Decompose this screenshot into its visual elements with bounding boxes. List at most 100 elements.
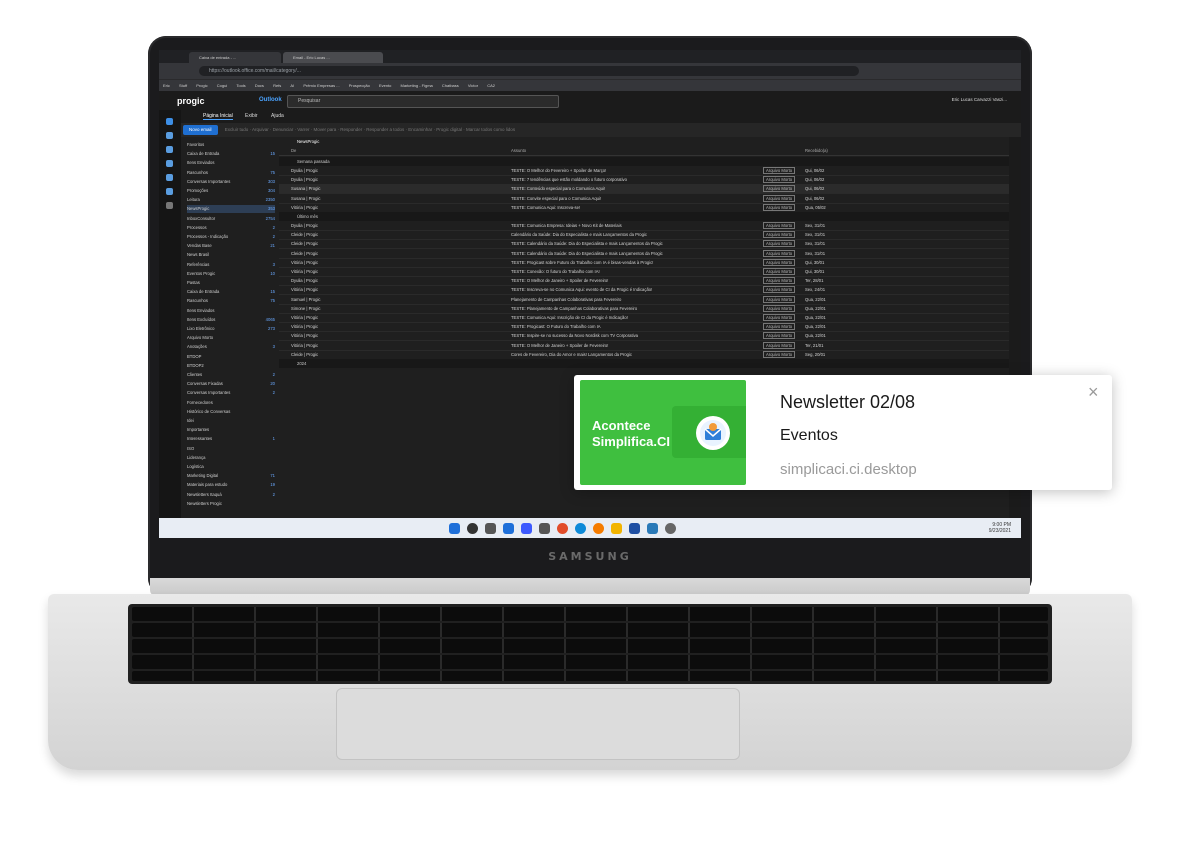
simplifica-icon[interactable]: [647, 523, 658, 534]
folder-item[interactable]: Interessantes 1: [187, 435, 275, 443]
close-icon[interactable]: ×: [1088, 382, 1099, 403]
todo-icon[interactable]: [166, 174, 173, 181]
row-from: Samuel | Progic: [291, 296, 321, 302]
chrome-icon[interactable]: [557, 523, 568, 534]
bookmark[interactable]: Refs: [273, 83, 281, 88]
folder-item[interactable]: Newsletters Itaquá 2: [187, 491, 275, 499]
people-icon[interactable]: [166, 146, 173, 153]
col-from[interactable]: De: [291, 146, 296, 155]
edge-icon[interactable]: [575, 523, 586, 534]
row-from: Cleide | Progic: [291, 351, 319, 357]
folder-item[interactable]: Marketing Digital 71: [187, 472, 275, 480]
bookmark[interactable]: Victor: [468, 83, 478, 88]
bookmark[interactable]: Tools: [236, 83, 245, 88]
folder-item[interactable]: BTDOP2: [187, 362, 275, 370]
folder-item[interactable]: Conversas Importantes 303: [187, 178, 275, 186]
folder-item[interactable]: Clientes 2: [187, 371, 275, 379]
folder-item[interactable]: Itens Enviados: [187, 159, 275, 167]
folder-item[interactable]: Idei: [187, 417, 275, 425]
folder-item[interactable]: Materiais para estudo 19: [187, 481, 275, 489]
task-view-icon[interactable]: [485, 523, 496, 534]
folder-item[interactable]: Caixa de Entrada 15: [187, 150, 275, 158]
folder-item[interactable]: Favoritos: [187, 141, 275, 149]
bookmark[interactable]: Docs: [255, 83, 264, 88]
user-name[interactable]: Eric Lucas Carvazzi Vaszi...: [952, 97, 1007, 102]
folder-item[interactable]: NewsProgic 353: [187, 205, 275, 214]
folder-item[interactable]: Rascunhos 75: [187, 169, 275, 177]
folder-item[interactable]: Referências 3: [187, 261, 275, 269]
bookmark[interactable]: AI: [290, 83, 294, 88]
groups-icon[interactable]: [166, 160, 173, 167]
folder-item[interactable]: Itens Enviados: [187, 307, 275, 315]
bookmark[interactable]: Prêmio Empresas ...: [303, 83, 339, 88]
folder-item[interactable]: Newsletters Progic: [187, 500, 275, 508]
folder-item[interactable]: Leitura 2350: [187, 196, 275, 204]
folder-item[interactable]: Rascunhos 75: [187, 297, 275, 305]
bookmark[interactable]: Evento: [379, 83, 391, 88]
folder-item[interactable]: Arquivo Morto: [187, 334, 275, 342]
browser-tab[interactable]: Caixa de entrada - ...: [189, 52, 281, 63]
search-icon[interactable]: [467, 523, 478, 534]
folder-item[interactable]: Promoções 304: [187, 187, 275, 195]
onedrive-icon[interactable]: [166, 188, 173, 195]
bookmark[interactable]: Chatbass: [442, 83, 459, 88]
search-input[interactable]: Pesquisar: [287, 95, 559, 108]
tab-help[interactable]: Ajuda: [271, 113, 284, 119]
bookmark[interactable]: Cogui: [217, 83, 227, 88]
row-date: Sex, 31/01: [805, 232, 826, 238]
col-received[interactable]: Recebido(a): [805, 146, 828, 155]
toast-notification[interactable]: Acontece Simplifica.CI Newsletter 02/08 …: [574, 375, 1112, 490]
apps-icon[interactable]: [166, 202, 173, 209]
folder-item[interactable]: Conversas Fixadas 20: [187, 380, 275, 388]
list-group-header[interactable]: Último mês: [279, 212, 1009, 221]
url-field[interactable]: https://outlook.office.com/mail/category…: [199, 66, 859, 76]
folder-item[interactable]: News Brasil: [187, 251, 275, 259]
folder-item[interactable]: Histórico de Conversas: [187, 408, 275, 416]
widgets-icon[interactable]: [503, 523, 514, 534]
bookmark[interactable]: Eric: [163, 83, 170, 88]
folder-item[interactable]: Lixo Eletrônico 273: [187, 325, 275, 333]
folder-item[interactable]: ISO: [187, 445, 275, 453]
folder-item[interactable]: Fornecedores: [187, 399, 275, 407]
folder-count: 1: [272, 436, 275, 442]
bookmark[interactable]: Prospecção: [349, 83, 370, 88]
folder-item[interactable]: Eventos Progic 10: [187, 270, 275, 278]
list-group-header[interactable]: Semana passada: [279, 157, 1009, 166]
tab-view[interactable]: Exibir: [245, 113, 258, 119]
bookmark[interactable]: CA2: [487, 83, 495, 88]
outlook-app-label[interactable]: Outlook: [259, 97, 282, 103]
calendar-icon[interactable]: [166, 132, 173, 139]
folder-item[interactable]: Caixa de Entrada 15: [187, 288, 275, 296]
system-tray[interactable]: 9:00 PM 9/23/2021: [989, 522, 1011, 534]
ribbon-actions[interactable]: Excluir tudo · Arquivar · Denunciar · Va…: [225, 127, 515, 132]
firefox-icon[interactable]: [593, 523, 604, 534]
list-group-header[interactable]: 2024: [279, 359, 1009, 368]
col-subject[interactable]: Assunto: [511, 146, 759, 155]
folder-item[interactable]: Vendas Base 21: [187, 242, 275, 250]
mail-icon[interactable]: [166, 118, 173, 125]
row-date: Qua, 22/01: [805, 305, 826, 311]
bookmark[interactable]: Progic: [196, 83, 207, 88]
folder-item[interactable]: Anotações 3: [187, 343, 275, 351]
folder-item[interactable]: Importantes: [187, 426, 275, 434]
browser-tab-active[interactable]: Email - Eric Lucas ...: [283, 52, 383, 63]
folder-item[interactable]: Itens Excluídos 4065: [187, 316, 275, 324]
folder-icon[interactable]: [611, 523, 622, 534]
start-icon[interactable]: [449, 523, 460, 534]
folder-item[interactable]: Pastas: [187, 279, 275, 287]
folder-item[interactable]: BTDOP: [187, 353, 275, 361]
word-icon[interactable]: [629, 523, 640, 534]
explorer-icon[interactable]: [539, 523, 550, 534]
bookmark[interactable]: Stuff: [179, 83, 187, 88]
new-mail-button[interactable]: Novo email: [183, 125, 218, 135]
folder-item[interactable]: Processos 2: [187, 224, 275, 232]
folder-item[interactable]: Liderança: [187, 454, 275, 462]
teams-icon[interactable]: [521, 523, 532, 534]
folder-item[interactable]: InboxConsultor 2754: [187, 215, 275, 223]
folder-item[interactable]: Processos - Indicação 2: [187, 233, 275, 241]
folder-item[interactable]: Logística: [187, 463, 275, 471]
bookmark[interactable]: Marketing - Figma: [401, 83, 433, 88]
settings-icon[interactable]: [665, 523, 676, 534]
tab-home[interactable]: Página Inicial: [203, 113, 233, 120]
folder-item[interactable]: Conversas Importantes 2: [187, 389, 275, 397]
